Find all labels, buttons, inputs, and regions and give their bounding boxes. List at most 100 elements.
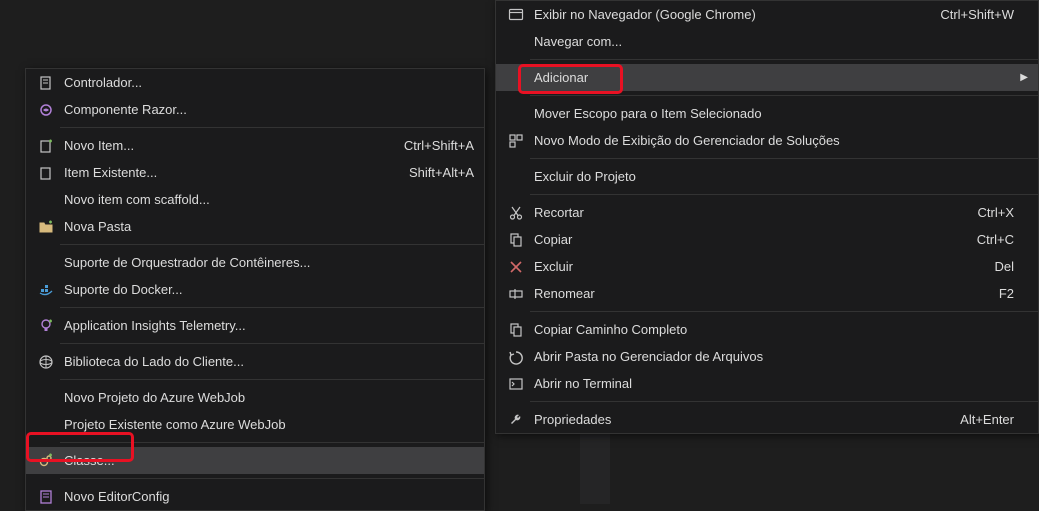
editorconfig-icon (32, 489, 60, 505)
menu-label: Suporte de Orquestrador de Contêineres..… (60, 255, 474, 270)
app-insights-icon (32, 318, 60, 334)
delete-icon (502, 259, 530, 275)
controller-item[interactable]: Controlador... (26, 69, 484, 96)
copy-full-path-item[interactable]: Copiar Caminho Completo (496, 316, 1038, 343)
menu-label: Abrir Pasta no Gerenciador de Arquivos (530, 349, 1014, 364)
menu-label: Adicionar (530, 70, 1014, 85)
copy-item[interactable]: Copiar Ctrl+C (496, 226, 1038, 253)
menu-separator (60, 127, 484, 128)
menu-label: Suporte do Docker... (60, 282, 474, 297)
scaffold-item-item[interactable]: Novo item com scaffold... (26, 186, 484, 213)
menu-label: Novo Item... (60, 138, 388, 153)
menu-label: Excluir (530, 259, 978, 274)
menu-separator (60, 478, 484, 479)
menu-label: Copiar (530, 232, 961, 247)
new-solution-view-item[interactable]: Novo Modo de Exibição do Gerenciador de … (496, 127, 1038, 154)
menu-label: Navegar com... (530, 34, 1014, 49)
menu-separator (530, 158, 1038, 159)
menu-label: Recortar (530, 205, 962, 220)
menu-separator (530, 95, 1038, 96)
menu-label: Biblioteca do Lado do Cliente... (60, 354, 474, 369)
menu-label: Novo EditorConfig (60, 489, 474, 504)
new-folder-item[interactable]: Nova Pasta (26, 213, 484, 240)
menu-label: Projeto Existente como Azure WebJob (60, 417, 474, 432)
submenu-arrow-icon: ▶ (1014, 72, 1028, 83)
cut-item[interactable]: Recortar Ctrl+X (496, 199, 1038, 226)
menu-label: Abrir no Terminal (530, 376, 1014, 391)
exclude-from-project-item[interactable]: Excluir do Projeto (496, 163, 1038, 190)
menu-separator (60, 379, 484, 380)
copy-path-icon (502, 322, 530, 338)
terminal-icon (502, 376, 530, 392)
new-editorconfig-item[interactable]: Novo EditorConfig (26, 483, 484, 510)
menu-label: Novo Modo de Exibição do Gerenciador de … (530, 133, 1014, 148)
new-item-icon (32, 138, 60, 154)
menu-shortcut: Alt+Enter (944, 412, 1014, 427)
app-insights-item[interactable]: Application Insights Telemetry... (26, 312, 484, 339)
menu-separator (530, 194, 1038, 195)
menu-label: Controlador... (60, 75, 474, 90)
docker-icon (32, 282, 60, 298)
new-item-item[interactable]: Novo Item... Ctrl+Shift+A (26, 132, 484, 159)
menu-shortcut: Ctrl+Shift+W (924, 7, 1014, 22)
menu-separator (60, 343, 484, 344)
client-library-item[interactable]: Biblioteca do Lado do Cliente... (26, 348, 484, 375)
menu-label: Novo item com scaffold... (60, 192, 474, 207)
razor-component-item[interactable]: Componente Razor... (26, 96, 484, 123)
browser-icon (502, 7, 530, 23)
open-in-terminal-item[interactable]: Abrir no Terminal (496, 370, 1038, 397)
existing-item-icon (32, 165, 60, 181)
new-folder-icon (32, 219, 60, 235)
menu-separator (530, 311, 1038, 312)
menu-label: Novo Projeto do Azure WebJob (60, 390, 474, 405)
class-icon (32, 453, 60, 469)
menu-label: Nova Pasta (60, 219, 474, 234)
view-in-browser-item[interactable]: Exibir no Navegador (Google Chrome) Ctrl… (496, 1, 1038, 28)
class-item[interactable]: Classe... (26, 447, 484, 474)
client-library-icon (32, 354, 60, 370)
razor-icon (32, 102, 60, 118)
menu-label: Propriedades (530, 412, 944, 427)
controller-icon (32, 75, 60, 91)
menu-label: Componente Razor... (60, 102, 474, 117)
menu-label: Mover Escopo para o Item Selecionado (530, 106, 1014, 121)
menu-separator (60, 442, 484, 443)
scope-to-this-item[interactable]: Mover Escopo para o Item Selecionado (496, 100, 1038, 127)
properties-item[interactable]: Propriedades Alt+Enter (496, 406, 1038, 433)
new-azure-webjob-item[interactable]: Novo Projeto do Azure WebJob (26, 384, 484, 411)
menu-shortcut: Del (978, 259, 1014, 274)
container-orchestrator-item[interactable]: Suporte de Orquestrador de Contêineres..… (26, 249, 484, 276)
menu-label: Item Existente... (60, 165, 393, 180)
menu-shortcut: F2 (983, 286, 1014, 301)
open-in-file-explorer-item[interactable]: Abrir Pasta no Gerenciador de Arquivos (496, 343, 1038, 370)
existing-item-item[interactable]: Item Existente... Shift+Alt+A (26, 159, 484, 186)
menu-separator (530, 401, 1038, 402)
add-submenu-item[interactable]: Adicionar ▶ (496, 64, 1038, 91)
menu-shortcut: Shift+Alt+A (393, 165, 474, 180)
menu-label: Exibir no Navegador (Google Chrome) (530, 7, 924, 22)
menu-separator (530, 59, 1038, 60)
menu-label: Application Insights Telemetry... (60, 318, 474, 333)
menu-label: Classe... (60, 453, 474, 468)
menu-label: Renomear (530, 286, 983, 301)
menu-separator (60, 244, 484, 245)
delete-item[interactable]: Excluir Del (496, 253, 1038, 280)
browse-with-item[interactable]: Navegar com... (496, 28, 1038, 55)
open-folder-icon (502, 349, 530, 365)
solution-view-icon (502, 133, 530, 149)
menu-shortcut: Ctrl+X (962, 205, 1014, 220)
docker-support-item[interactable]: Suporte do Docker... (26, 276, 484, 303)
rename-icon (502, 286, 530, 302)
menu-label: Copiar Caminho Completo (530, 322, 1014, 337)
rename-item[interactable]: Renomear F2 (496, 280, 1038, 307)
add-submenu: Controlador... Componente Razor... Novo … (25, 68, 485, 511)
menu-shortcut: Ctrl+Shift+A (388, 138, 474, 153)
cut-icon (502, 205, 530, 221)
existing-azure-webjob-item[interactable]: Projeto Existente como Azure WebJob (26, 411, 484, 438)
menu-separator (60, 307, 484, 308)
wrench-icon (502, 412, 530, 428)
copy-icon (502, 232, 530, 248)
menu-shortcut: Ctrl+C (961, 232, 1014, 247)
menu-label: Excluir do Projeto (530, 169, 1014, 184)
main-context-menu: Exibir no Navegador (Google Chrome) Ctrl… (495, 0, 1039, 434)
